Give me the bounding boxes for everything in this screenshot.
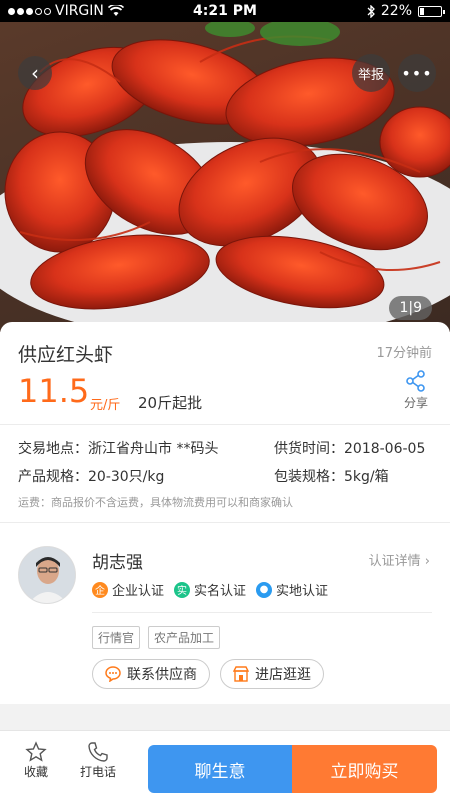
image-counter: 1|9	[389, 296, 432, 320]
seller-tags: 行情官 农产品加工	[92, 626, 221, 649]
contact-supplier-button[interactable]: 联系供应商	[92, 659, 210, 689]
price-unit: 元/斤	[90, 398, 121, 413]
report-button[interactable]: 举报	[352, 54, 390, 92]
post-time: 17分钟前	[376, 346, 432, 361]
min-order: 20斤起批	[138, 394, 203, 412]
product-info-card: 供应红头虾 17分钟前 11.5 元/斤 20斤起批 分享 交易地点：浙江省舟山…	[0, 322, 450, 704]
chat-button[interactable]: 聊生意	[148, 745, 292, 793]
call-button[interactable]: 打电话	[80, 741, 116, 780]
pack-row: 包装规格：5kg/箱	[274, 466, 389, 486]
store-icon	[233, 666, 249, 682]
location-row: 交易地点：浙江省舟山市 **码头	[18, 438, 218, 458]
spec-label: 产品规格：	[18, 469, 88, 485]
divider	[0, 522, 450, 523]
visit-store-button[interactable]: 进店逛逛	[220, 659, 324, 689]
avatar[interactable]	[18, 546, 76, 604]
divider	[92, 612, 432, 613]
carrier-label: VIRGIN	[55, 3, 104, 19]
share-icon	[406, 370, 425, 392]
seller-name: 胡志强	[92, 553, 143, 573]
wifi-icon	[107, 5, 124, 16]
chevron-right-icon: ›	[424, 554, 430, 569]
pack-value: 5kg/箱	[344, 469, 389, 485]
tag: 农产品加工	[148, 626, 221, 649]
share-label: 分享	[403, 396, 428, 410]
supply-time-label: 供货时间：	[274, 441, 344, 457]
shipping-note: 运费：商品报价不含运费，具体物流费用可以和商家确认	[18, 496, 293, 509]
enterprise-icon: 企	[92, 581, 108, 598]
share-button[interactable]: 分享	[404, 370, 428, 411]
location-label: 交易地点：	[18, 441, 88, 457]
price: 11.5	[18, 372, 90, 410]
clock: 4:21 PM	[193, 3, 257, 19]
more-button[interactable]: •••	[398, 54, 436, 92]
bluetooth-icon	[367, 4, 375, 18]
spec-value: 20-30只/kg	[88, 469, 165, 485]
pack-label: 包装规格：	[274, 469, 344, 485]
supply-time-row: 供货时间：2018-06-05	[274, 438, 425, 458]
badge-enterprise: 企 企业认证	[92, 580, 164, 599]
product-image[interactable]: ‹ 举报 ••• 1|9	[0, 22, 450, 332]
signal-icon	[8, 7, 51, 15]
verification-badges: 企 企业认证 实 实名认证 ● 实地认证	[92, 580, 328, 599]
chevron-left-icon: ‹	[31, 61, 39, 85]
chat-bubble-icon	[105, 666, 121, 682]
bottom-action-bar: 收藏 打电话 聊生意 立即购买	[0, 730, 450, 800]
spec-row: 产品规格：20-30只/kg	[18, 466, 164, 486]
battery-icon	[418, 5, 445, 17]
location-value: 浙江省舟山市 **码头	[88, 441, 219, 457]
divider	[0, 424, 450, 425]
favorite-button[interactable]: 收藏	[24, 741, 48, 780]
status-bar: VIRGIN 4:21 PM 22%	[0, 0, 450, 22]
battery-percent: 22%	[380, 3, 412, 19]
product-title: 供应红头虾	[18, 344, 114, 366]
badge-onsite: ● 实地认证	[256, 580, 328, 599]
buy-now-button[interactable]: 立即购买	[292, 745, 437, 793]
location-pin-icon: ●	[256, 581, 273, 598]
supply-time-value: 2018-06-05	[344, 441, 426, 457]
verify-details-link[interactable]: 认证详情 ›	[369, 550, 430, 569]
phone-icon	[88, 742, 108, 762]
star-icon	[25, 741, 47, 762]
tag: 行情官	[92, 626, 141, 649]
badge-realname: 实 实名认证	[174, 580, 246, 599]
realname-icon: 实	[174, 581, 191, 598]
back-button[interactable]: ‹	[18, 56, 52, 90]
